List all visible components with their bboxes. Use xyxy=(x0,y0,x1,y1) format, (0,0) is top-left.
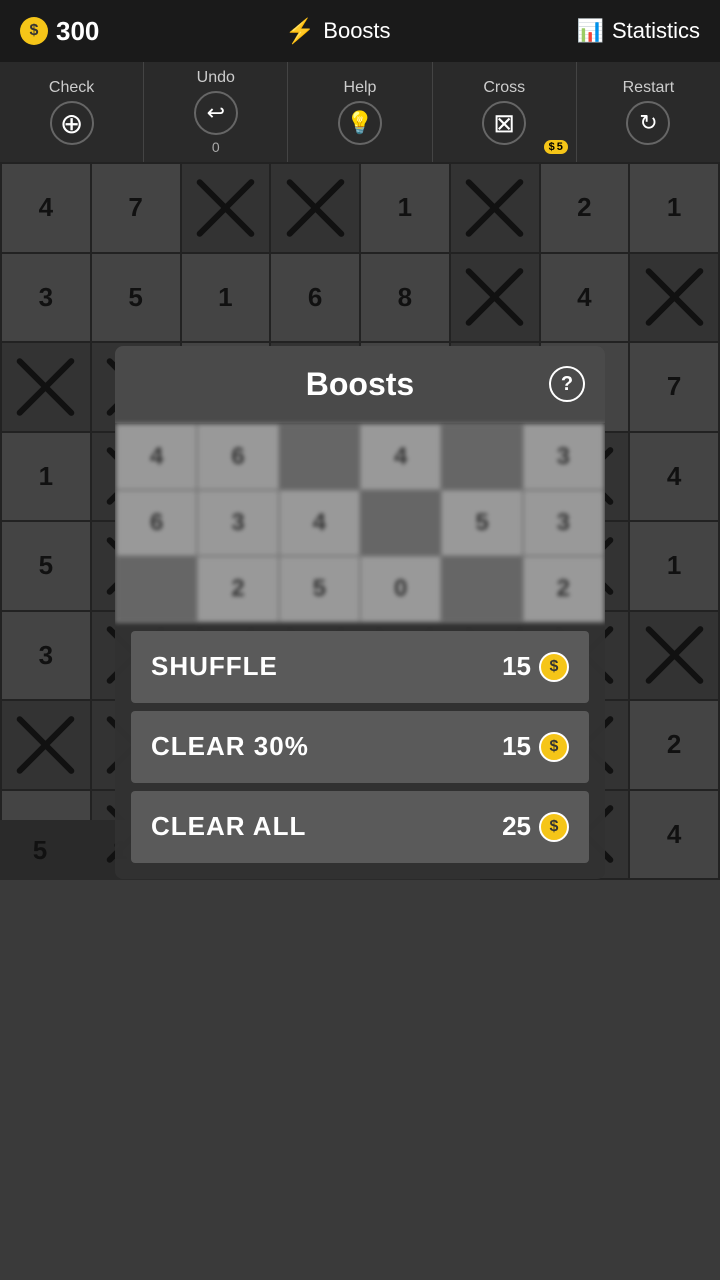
mini-cell: 6 xyxy=(198,425,277,489)
cross-cost-icon: $ xyxy=(549,141,555,153)
mini-cell xyxy=(280,425,359,489)
clearall-label: CLEAR ALL xyxy=(151,811,306,842)
shuffle-boost-button[interactable]: SHUFFLE 15 $ xyxy=(131,631,589,703)
cross-cost-badge: $ 5 xyxy=(544,140,568,154)
game-area: 4 7 1 2 1 3 5 1 6 8 4 5 4 2 7 1 1 5 1 4 xyxy=(0,162,720,880)
restart-icon: ↻ xyxy=(626,101,670,145)
clear30-cost: 15 $ xyxy=(502,731,569,762)
mini-cell: 4 xyxy=(117,425,196,489)
boosts-button[interactable]: ⚡ Boosts xyxy=(285,17,390,46)
clear30-boost-button[interactable]: CLEAR 30% 15 $ xyxy=(131,711,589,783)
mini-cell: 3 xyxy=(198,491,277,555)
coins-display: $ 300 xyxy=(20,16,99,47)
mini-cell: 3 xyxy=(524,491,603,555)
coin-icon: $ xyxy=(20,17,48,45)
help-label: Help xyxy=(344,79,377,97)
boosts-help-button[interactable]: ? xyxy=(549,366,585,402)
cross-label: Cross xyxy=(483,79,525,97)
boost-buttons-container: SHUFFLE 15 $ CLEAR 30% 15 $ CLEAR ALL xyxy=(115,623,605,879)
modal-overlay: Boosts ? 4 6 4 3 6 3 4 5 3 2 xyxy=(0,162,720,880)
undo-button[interactable]: Undo ↩ 0 xyxy=(144,62,288,162)
bottom-area xyxy=(0,880,720,1198)
mini-cell: 0 xyxy=(361,557,440,621)
undo-label: Undo xyxy=(197,69,235,87)
mini-cell xyxy=(442,557,521,621)
restart-label: Restart xyxy=(623,79,675,97)
boosts-modal: Boosts ? 4 6 4 3 6 3 4 5 3 2 xyxy=(115,346,605,879)
mini-cell: 4 xyxy=(361,425,440,489)
cross-icon: ⊠ xyxy=(482,101,526,145)
mini-cell: 4 xyxy=(280,491,359,555)
clear30-cost-coin-icon: $ xyxy=(539,732,569,762)
mini-cell: 3 xyxy=(524,425,603,489)
undo-count: 0 xyxy=(212,139,220,155)
modal-title: Boosts xyxy=(306,366,414,403)
boosts-label: Boosts xyxy=(323,18,390,44)
statistics-label: Statistics xyxy=(612,18,700,44)
clearall-cost-coin-icon: $ xyxy=(539,812,569,842)
top-bar: $ 300 ⚡ Boosts 📊 Statistics xyxy=(0,0,720,62)
mini-cell xyxy=(117,557,196,621)
check-icon: ⊕ xyxy=(50,101,94,145)
coins-value: 300 xyxy=(56,16,99,47)
check-button[interactable]: Check ⊕ xyxy=(0,62,144,162)
clearall-cost: 25 $ xyxy=(502,811,569,842)
mini-cell xyxy=(442,425,521,489)
help-icon: 💡 xyxy=(338,101,382,145)
mini-cell: 5 xyxy=(442,491,521,555)
modal-grid-background: 4 6 4 3 6 3 4 5 3 2 5 0 2 xyxy=(115,423,605,623)
cross-cost-value: 5 xyxy=(557,141,563,153)
undo-icon: ↩ xyxy=(194,91,238,135)
shuffle-cost: 15 $ xyxy=(502,651,569,682)
clearall-cost-value: 25 xyxy=(502,811,531,842)
shuffle-label: SHUFFLE xyxy=(151,651,278,682)
mini-cell: 2 xyxy=(524,557,603,621)
action-bar: Check ⊕ Undo ↩ 0 Help 💡 Cross ⊠ $ 5 Rest… xyxy=(0,62,720,162)
clearall-boost-button[interactable]: CLEAR ALL 25 $ xyxy=(131,791,589,863)
check-label: Check xyxy=(49,79,94,97)
modal-header: Boosts ? xyxy=(115,346,605,423)
stats-bar-icon: 📊 xyxy=(577,18,604,44)
clear30-cost-value: 15 xyxy=(502,731,531,762)
mini-cell: 5 xyxy=(280,557,359,621)
cross-button[interactable]: Cross ⊠ $ 5 xyxy=(433,62,577,162)
help-question-mark: ? xyxy=(561,373,573,396)
mini-cell: 2 xyxy=(198,557,277,621)
mini-cell: 6 xyxy=(117,491,196,555)
shuffle-cost-coin-icon: $ xyxy=(539,652,569,682)
mini-cell xyxy=(361,491,440,555)
help-button[interactable]: Help 💡 xyxy=(288,62,432,162)
restart-button[interactable]: Restart ↻ xyxy=(577,62,720,162)
statistics-button[interactable]: 📊 Statistics xyxy=(577,18,700,44)
clear30-label: CLEAR 30% xyxy=(151,731,309,762)
shuffle-cost-value: 15 xyxy=(502,651,531,682)
boost-lightning-icon: ⚡ xyxy=(285,17,315,46)
